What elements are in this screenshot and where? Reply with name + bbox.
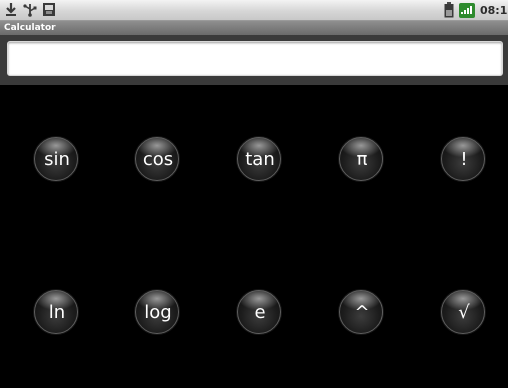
signal-icon [459,2,475,18]
power-key[interactable]: ^ [339,290,383,334]
status-clock: 08:1 [480,3,508,17]
ln-key[interactable]: ln [34,290,78,334]
cos-key[interactable]: cos [135,137,179,181]
log-key[interactable]: log [135,290,179,334]
display-area [0,35,508,85]
sd-card-icon [42,2,56,17]
key-label: ! [460,149,468,170]
key-label: ln [48,302,66,323]
key-label: √ [458,302,470,323]
key-label: cos [142,149,174,170]
key-label: log [144,302,172,323]
sin-key[interactable]: sin [34,137,78,181]
status-left-icons [4,2,56,17]
status-bar: 08:1 [0,0,508,21]
sqrt-key[interactable]: √ [441,290,485,334]
calculator-screen: 08:1 Calculator sin cos tan π ! ln log e [0,0,508,388]
factorial-key[interactable]: ! [441,137,485,181]
tan-key[interactable]: tan [237,137,281,181]
key-label: tan [245,149,275,170]
download-icon [4,2,18,17]
battery-icon [444,2,454,18]
usb-icon [22,2,38,17]
key-label: π [356,149,368,170]
key-label: e [254,302,266,323]
app-title: Calculator [4,23,56,33]
expression-input[interactable] [7,41,503,76]
pi-key[interactable]: π [339,137,383,181]
status-right-icons: 08:1 [444,2,508,18]
key-label: ^ [354,302,370,323]
key-label: sin [44,149,70,170]
advanced-keypad: sin cos tan π ! ln log e ^ √ [0,85,508,388]
e-key[interactable]: e [237,290,281,334]
title-bar: Calculator [0,21,508,35]
